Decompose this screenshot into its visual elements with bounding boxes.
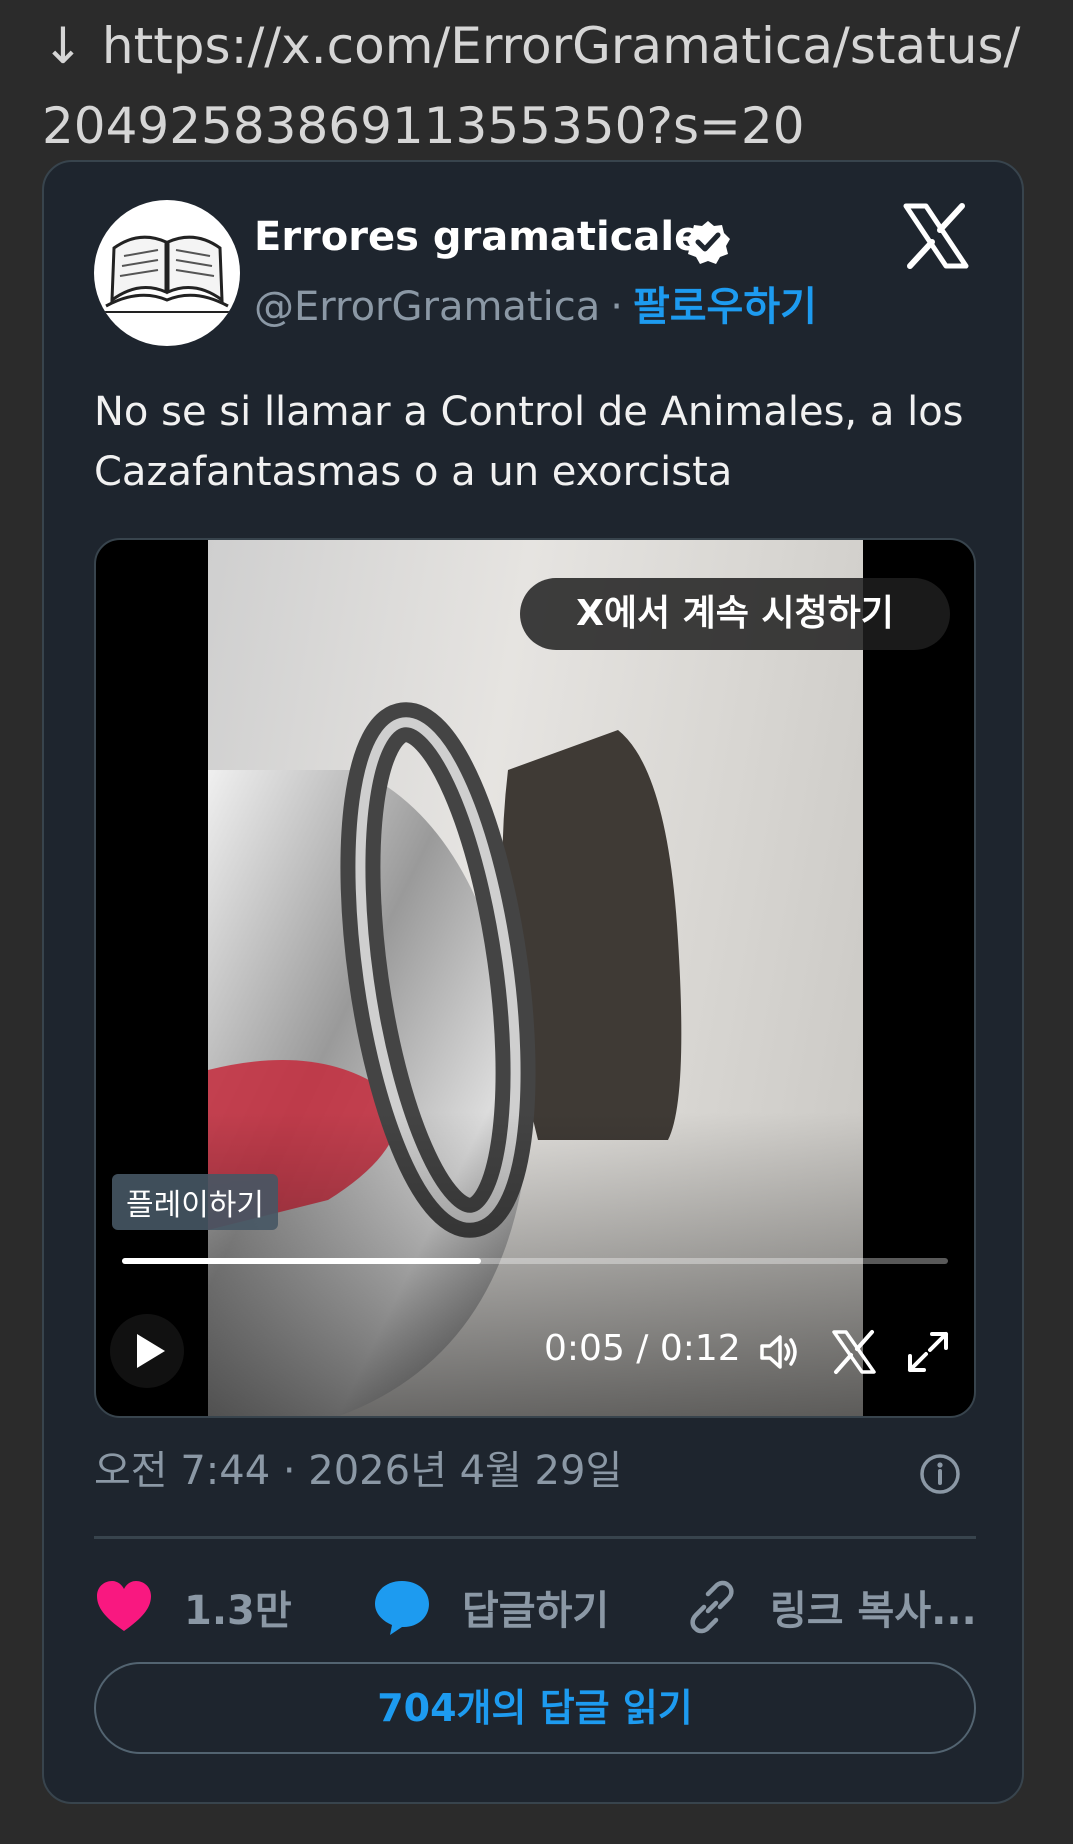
video-frame — [208, 540, 863, 1416]
action-bar: 1.3만 답글하기 링크 복사... — [94, 1572, 994, 1642]
tweet-timestamp[interactable]: 오전 7:44 · 2026년 4월 29일 — [94, 1438, 622, 1496]
tweet-card: Errores gramaticales @ErrorGramatica · 팔로우… — [42, 160, 1024, 1804]
book-avatar-icon — [102, 235, 232, 313]
tweet-text: No se si llamar a Control de Animales, a… — [94, 389, 964, 495]
copy-link-label: 링크 복사... — [770, 1588, 977, 1634]
play-button[interactable] — [110, 1314, 184, 1388]
reply-bubble-icon — [375, 1581, 429, 1635]
like-count: 1.3만 — [184, 1588, 292, 1634]
display-name[interactable]: Errores gramaticales — [254, 214, 725, 260]
volume-icon[interactable] — [756, 1328, 804, 1376]
video-still — [208, 540, 863, 1416]
avatar[interactable] — [94, 200, 240, 346]
source-link[interactable]: ↓ https://x.com/ErrorGramatica/status/204… — [42, 6, 1042, 166]
read-replies-button[interactable]: 704개의 답글 읽기 — [94, 1662, 976, 1754]
info-icon[interactable] — [918, 1452, 962, 1496]
like-button[interactable]: 1.3만 — [94, 1572, 292, 1642]
divider — [94, 1536, 976, 1539]
source-url[interactable]: https://x.com/ErrorGramatica/status/2049… — [42, 17, 1020, 155]
x-small-icon[interactable] — [830, 1328, 878, 1376]
reply-button[interactable]: 답글하기 — [372, 1572, 609, 1642]
link-icon — [690, 1580, 734, 1634]
handle-row: @ErrorGramatica · 팔로우하기 — [254, 274, 817, 332]
copy-link-button[interactable]: 링크 복사... — [684, 1572, 977, 1642]
time-display: 0:05 / 0:12 — [544, 1328, 741, 1369]
play-tooltip: 플레이하기 — [112, 1174, 278, 1230]
progress-bar[interactable] — [122, 1258, 948, 1264]
watch-on-x-button[interactable]: X에서 계속 시청하기 — [520, 578, 950, 650]
video-player[interactable]: X에서 계속 시청하기 플레이하기 0:05 / 0:12 — [94, 538, 976, 1418]
down-arrow-icon: ↓ — [42, 17, 84, 75]
play-icon — [137, 1334, 165, 1368]
reply-label: 답글하기 — [462, 1588, 610, 1634]
follow-button[interactable]: 팔로우하기 — [633, 284, 817, 330]
heart-icon — [97, 1581, 151, 1631]
verified-badge-icon — [686, 221, 730, 264]
separator: · — [610, 284, 623, 330]
fullscreen-icon[interactable] — [904, 1328, 952, 1376]
progress-fill — [122, 1258, 482, 1264]
handle[interactable]: @ErrorGramatica — [254, 284, 600, 330]
x-logo-icon[interactable] — [900, 200, 972, 272]
